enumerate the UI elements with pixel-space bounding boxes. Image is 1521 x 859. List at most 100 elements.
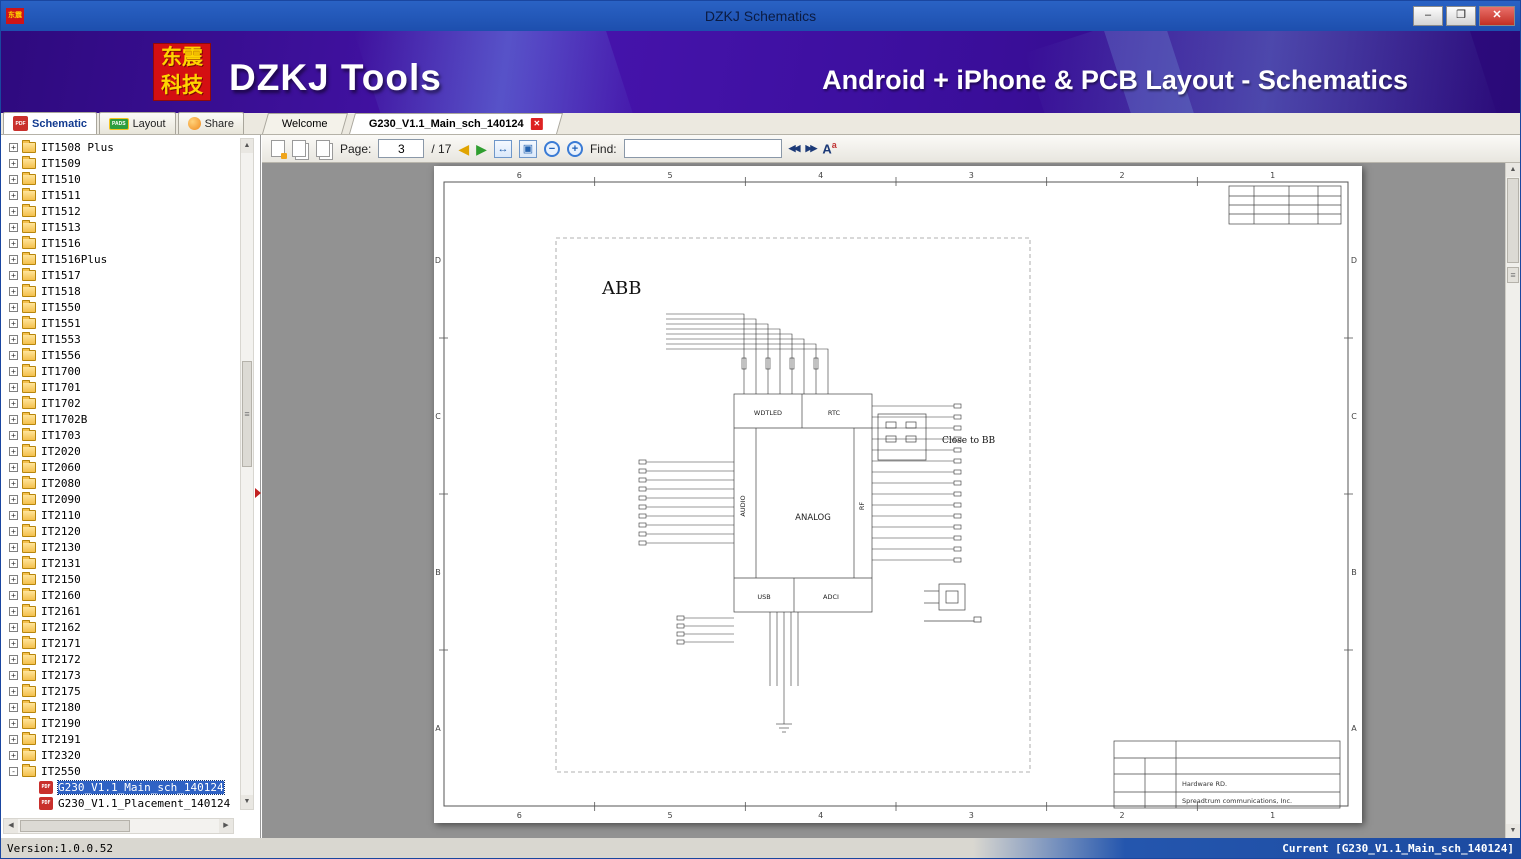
- multi-page-icon[interactable]: [292, 140, 306, 157]
- tree-folder[interactable]: +IT2173: [1, 667, 236, 683]
- tree-folder[interactable]: +IT2320: [1, 747, 236, 763]
- tree-folder[interactable]: -IT2550: [1, 763, 236, 779]
- tree-folder[interactable]: +IT2060: [1, 459, 236, 475]
- tree-folder[interactable]: +IT2150: [1, 571, 236, 587]
- tree-folder[interactable]: +IT1509: [1, 155, 236, 171]
- expand-icon[interactable]: +: [9, 287, 18, 296]
- tree-folder[interactable]: +IT2020: [1, 443, 236, 459]
- expand-icon[interactable]: +: [9, 511, 18, 520]
- expand-icon[interactable]: +: [9, 335, 18, 344]
- tree-folder[interactable]: +IT2120: [1, 523, 236, 539]
- expand-icon[interactable]: +: [9, 159, 18, 168]
- minimize-button[interactable]: –: [1413, 6, 1443, 26]
- tree-folder[interactable]: +IT1518: [1, 283, 236, 299]
- expand-icon[interactable]: +: [9, 751, 18, 760]
- tree-folder[interactable]: +IT2162: [1, 619, 236, 635]
- page-input[interactable]: [378, 139, 424, 158]
- expand-icon[interactable]: +: [9, 463, 18, 472]
- tree-doc[interactable]: PDFG230_V1.1_Placement_140124: [1, 795, 236, 811]
- tree-folder[interactable]: +IT1513: [1, 219, 236, 235]
- previous-page-icon[interactable]: ◀: [458, 142, 469, 156]
- tree-folder[interactable]: +IT1556: [1, 347, 236, 363]
- expand-icon[interactable]: +: [9, 399, 18, 408]
- scroll-down-icon[interactable]: ▼: [241, 795, 253, 809]
- expand-icon[interactable]: +: [9, 447, 18, 456]
- scrollbar-thumb[interactable]: [20, 820, 130, 832]
- tree-folder[interactable]: +IT1700: [1, 363, 236, 379]
- sidebar-vertical-scrollbar[interactable]: ▲ ≡ ▼: [240, 138, 254, 810]
- tree-folder[interactable]: +IT2160: [1, 587, 236, 603]
- next-page-icon[interactable]: ▶: [476, 142, 487, 156]
- expand-icon[interactable]: +: [9, 543, 18, 552]
- viewer-scrollbar[interactable]: ▲ ≡ ▼: [1505, 163, 1520, 838]
- sidebar-horizontal-scrollbar[interactable]: ◀ ▶: [3, 818, 234, 834]
- expand-icon[interactable]: +: [9, 207, 18, 216]
- expand-icon[interactable]: +: [9, 239, 18, 248]
- tree-folder[interactable]: +IT2161: [1, 603, 236, 619]
- tree-folder[interactable]: +IT1550: [1, 299, 236, 315]
- tree-folder[interactable]: +IT1512: [1, 203, 236, 219]
- tree-folder[interactable]: +IT2090: [1, 491, 236, 507]
- expand-icon[interactable]: +: [9, 175, 18, 184]
- tree-folder[interactable]: +IT1516Plus: [1, 251, 236, 267]
- expand-icon[interactable]: +: [9, 255, 18, 264]
- scroll-right-icon[interactable]: ▶: [219, 819, 233, 833]
- expand-icon[interactable]: +: [9, 351, 18, 360]
- expand-icon[interactable]: +: [9, 527, 18, 536]
- expand-icon[interactable]: +: [9, 143, 18, 152]
- scroll-up-icon[interactable]: ▲: [1506, 163, 1520, 177]
- tab-share[interactable]: Share: [178, 112, 244, 134]
- expand-icon[interactable]: +: [9, 575, 18, 584]
- expand-icon[interactable]: +: [9, 559, 18, 568]
- tree-folder[interactable]: +IT1702B: [1, 411, 236, 427]
- expand-icon[interactable]: +: [9, 719, 18, 728]
- tree-folder[interactable]: +IT2080: [1, 475, 236, 491]
- expand-icon[interactable]: +: [9, 367, 18, 376]
- tree-folder[interactable]: +IT1551: [1, 315, 236, 331]
- expand-icon[interactable]: +: [9, 495, 18, 504]
- single-page-icon[interactable]: [271, 140, 285, 157]
- doc-tab-current[interactable]: G230_V1.1_Main_sch_140124 ✕: [349, 113, 563, 134]
- splitter-collapse-icon[interactable]: [255, 488, 261, 498]
- tree-folder[interactable]: +IT2180: [1, 699, 236, 715]
- find-input[interactable]: [624, 139, 782, 158]
- tree-folder[interactable]: +IT1702: [1, 395, 236, 411]
- expand-icon[interactable]: +: [9, 591, 18, 600]
- expand-icon[interactable]: +: [9, 303, 18, 312]
- fit-page-icon[interactable]: ▣: [519, 140, 537, 158]
- pdf-viewer[interactable]: ABB WDTLED RTC AUDIO ANALOG USB ADCI RF: [262, 163, 1520, 838]
- tree-folder[interactable]: +IT2110: [1, 507, 236, 523]
- font-size-icon[interactable]: Aa: [822, 140, 836, 156]
- expand-icon[interactable]: +: [9, 191, 18, 200]
- expand-icon[interactable]: +: [9, 735, 18, 744]
- expand-icon[interactable]: +: [9, 703, 18, 712]
- tree-folder[interactable]: +IT1703: [1, 427, 236, 443]
- expand-icon[interactable]: +: [9, 623, 18, 632]
- expand-icon[interactable]: +: [9, 687, 18, 696]
- tree-folder[interactable]: +IT1511: [1, 187, 236, 203]
- expand-icon[interactable]: +: [9, 655, 18, 664]
- split-grip-icon[interactable]: ≡: [1507, 267, 1519, 283]
- collapse-icon[interactable]: -: [9, 767, 18, 776]
- expand-icon[interactable]: +: [9, 319, 18, 328]
- scroll-left-icon[interactable]: ◀: [4, 819, 18, 833]
- expand-icon[interactable]: +: [9, 639, 18, 648]
- expand-icon[interactable]: +: [9, 223, 18, 232]
- close-tab-icon[interactable]: ✕: [530, 118, 542, 130]
- expand-icon[interactable]: +: [9, 271, 18, 280]
- tree-folder[interactable]: +IT1508 Plus: [1, 139, 236, 155]
- tab-schematic[interactable]: PDF Schematic: [3, 112, 97, 134]
- tree-folder[interactable]: +IT2190: [1, 715, 236, 731]
- tree-folder[interactable]: +IT1517: [1, 267, 236, 283]
- tree-folder[interactable]: +IT2171: [1, 635, 236, 651]
- maximize-button[interactable]: ❐: [1446, 6, 1476, 26]
- expand-icon[interactable]: +: [9, 607, 18, 616]
- scroll-down-icon[interactable]: ▼: [1506, 824, 1520, 838]
- tree-folder[interactable]: +IT1510: [1, 171, 236, 187]
- tab-layout[interactable]: PADS Layout: [99, 112, 176, 134]
- tree-folder[interactable]: +IT2130: [1, 539, 236, 555]
- tree-folder[interactable]: +IT2172: [1, 651, 236, 667]
- doc-tab-welcome[interactable]: Welcome: [262, 113, 348, 134]
- expand-icon[interactable]: +: [9, 383, 18, 392]
- tree-folder[interactable]: +IT1516: [1, 235, 236, 251]
